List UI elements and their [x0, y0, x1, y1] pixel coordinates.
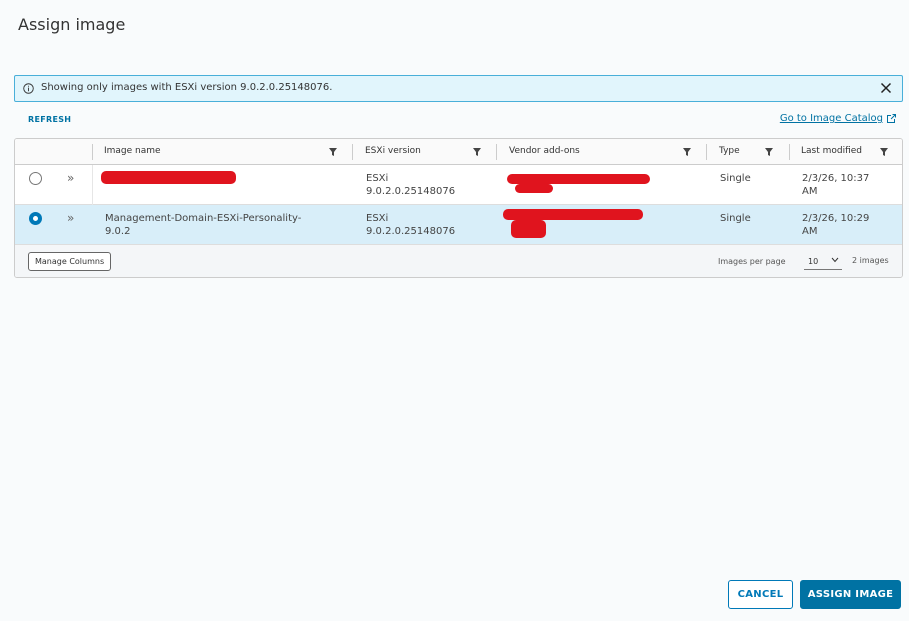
manage-columns-button[interactable]: Manage Columns — [28, 252, 112, 271]
last-modified-line: 2/3/26, 10:37 — [802, 173, 870, 184]
column-header-type[interactable]: Type — [707, 139, 789, 165]
image-name-cell: Management-Domain-ESXi-Personality- 9.0.… — [105, 212, 345, 238]
cancel-button[interactable]: CANCEL — [728, 580, 793, 609]
filter-icon[interactable] — [473, 148, 481, 156]
esxi-version-line: ESXi — [366, 173, 389, 184]
filter-icon[interactable] — [329, 148, 337, 156]
image-name-line: Management-Domain-ESXi-Personality- — [105, 213, 302, 224]
per-page-label: Images per page — [718, 257, 786, 266]
datagrid-footer: Manage Columns Images per page 10 2 imag… — [15, 244, 902, 277]
type-cell: Single — [720, 213, 751, 224]
cell-divider — [92, 165, 93, 205]
image-count-label: 2 images — [852, 256, 889, 265]
table-row[interactable]: » ESXi 9.0.2.0.25148076 Single 2/3/26, 1… — [15, 165, 902, 205]
type-cell: Single — [720, 173, 751, 184]
last-modified-line: AM — [802, 186, 818, 197]
table-row[interactable]: » Management-Domain-ESXi-Personality- 9.… — [15, 205, 902, 245]
image-catalog-link[interactable]: Go to Image Catalog — [780, 113, 897, 124]
info-banner-text: Showing only images with ESXi version 9.… — [41, 82, 333, 93]
row-select-radio[interactable] — [29, 212, 42, 225]
esxi-version-line: ESXi — [366, 213, 389, 224]
column-header-vendor-addons[interactable]: Vendor add-ons — [497, 139, 705, 165]
redaction-mark — [511, 220, 546, 238]
esxi-version-cell: ESXi 9.0.2.0.25148076 — [366, 172, 491, 198]
filter-icon[interactable] — [683, 148, 691, 156]
last-modified-cell: 2/3/26, 10:37 AM — [802, 172, 897, 198]
datagrid-header: Image name ESXi version Vendor add-ons T… — [15, 139, 902, 165]
esxi-version-line: 9.0.2.0.25148076 — [366, 226, 456, 237]
assign-image-button[interactable]: ASSIGN IMAGE — [800, 580, 901, 609]
info-icon — [23, 83, 34, 94]
redaction-mark — [101, 171, 236, 184]
filter-icon[interactable] — [880, 148, 888, 156]
image-name-line: 9.0.2 — [105, 226, 131, 237]
per-page-select[interactable]: 10 — [804, 254, 842, 270]
last-modified-cell: 2/3/26, 10:29 AM — [802, 212, 897, 238]
images-datagrid: Image name ESXi version Vendor add-ons T… — [14, 138, 903, 278]
external-link-icon — [887, 114, 896, 123]
last-modified-line: AM — [802, 226, 818, 237]
column-header-image-name[interactable]: Image name — [92, 139, 352, 165]
expand-row-icon[interactable]: » — [67, 171, 74, 185]
chevron-down-icon — [831, 257, 839, 263]
column-header-label: Vendor add-ons — [509, 146, 580, 156]
image-catalog-link-label: Go to Image Catalog — [779, 113, 883, 124]
filter-icon[interactable] — [765, 148, 773, 156]
dialog-title: Assign image — [18, 15, 126, 34]
column-header-label: Last modified — [801, 146, 863, 156]
redaction-mark — [515, 184, 553, 193]
redaction-mark — [503, 209, 643, 220]
close-icon[interactable] — [880, 82, 892, 94]
info-banner: Showing only images with ESXi version 9.… — [14, 75, 903, 102]
esxi-version-cell: ESXi 9.0.2.0.25148076 — [366, 212, 491, 238]
expand-row-icon[interactable]: » — [67, 211, 74, 225]
per-page-value: 10 — [808, 257, 819, 266]
row-select-radio[interactable] — [29, 172, 42, 185]
column-header-label: Type — [719, 146, 740, 156]
refresh-button[interactable]: REFRESH — [28, 115, 71, 124]
redaction-mark — [507, 174, 650, 184]
last-modified-line: 2/3/26, 10:29 — [802, 213, 870, 224]
column-header-label: Image name — [104, 146, 161, 156]
esxi-version-line: 9.0.2.0.25148076 — [366, 186, 456, 197]
column-header-label: ESXi version — [365, 146, 421, 156]
